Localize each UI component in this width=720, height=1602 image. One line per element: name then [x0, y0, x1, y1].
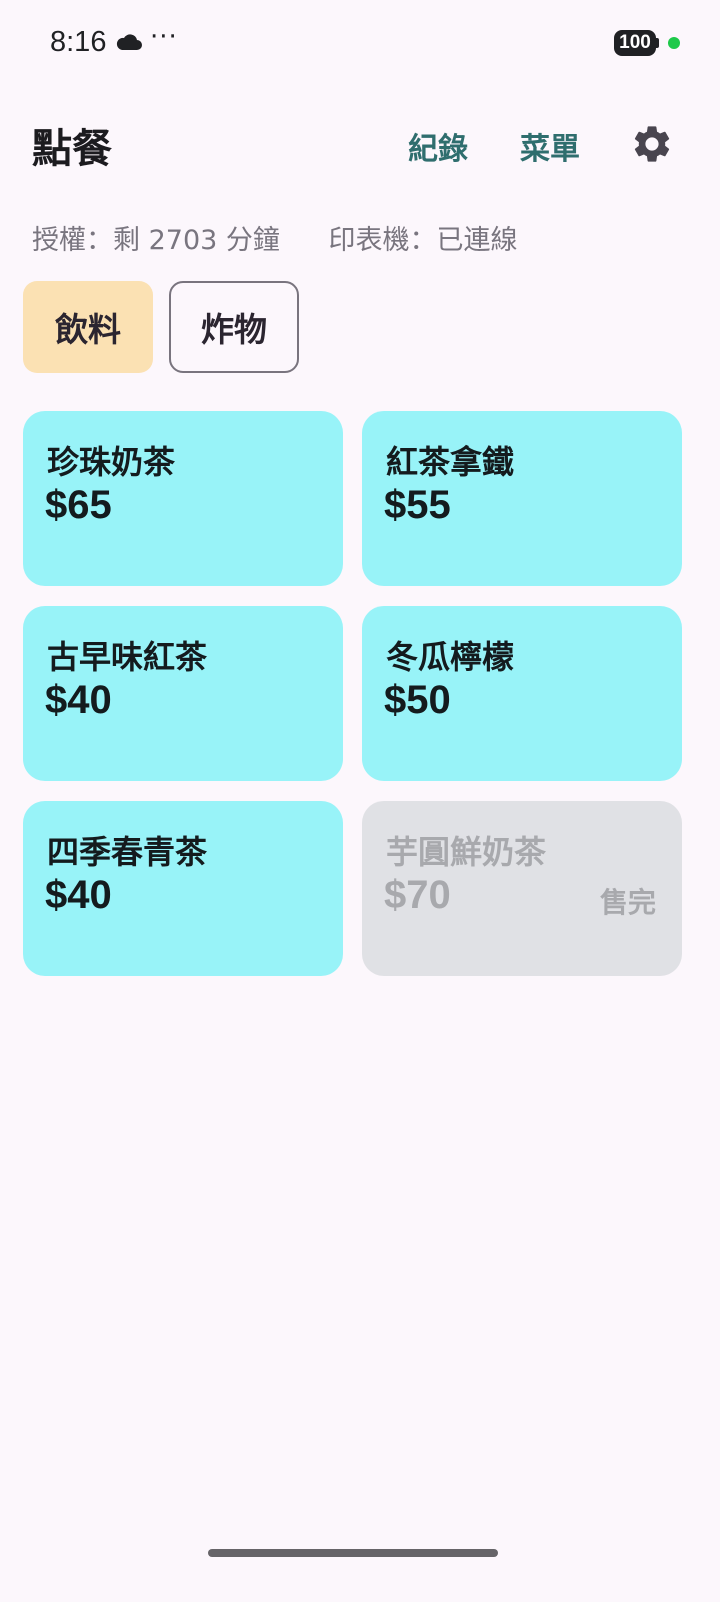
category-tabs: 飲料 炸物: [23, 281, 299, 373]
item-price: $70: [384, 873, 451, 917]
item-price: $40: [45, 678, 112, 722]
status-bar: 8:16 ··· 100: [0, 0, 720, 88]
menu-item-card[interactable]: 紅茶拿鐵 $55: [362, 411, 682, 586]
item-name: 珍珠奶茶: [47, 443, 176, 481]
top-app-bar: 點餐 紀錄 菜單: [0, 112, 720, 176]
more-dots-icon: ···: [150, 22, 178, 52]
home-indicator[interactable]: [208, 1549, 498, 1557]
menu-item-card[interactable]: 冬瓜檸檬 $50: [362, 606, 682, 781]
sold-out-badge: 售完: [599, 886, 656, 919]
item-price: $65: [45, 483, 112, 527]
item-name: 芋圓鮮奶茶: [386, 833, 547, 871]
license-remaining-text: 授權：剩 2703 分鐘: [32, 225, 280, 256]
item-price: $50: [384, 678, 451, 722]
gear-icon[interactable]: [630, 122, 674, 166]
item-name: 古早味紅茶: [47, 638, 208, 676]
item-price: $40: [45, 873, 112, 917]
menu-item-card[interactable]: 珍珠奶茶 $65: [23, 411, 343, 586]
tab-drinks[interactable]: 飲料: [23, 281, 153, 373]
item-name: 四季春青茶: [47, 833, 208, 871]
records-button[interactable]: 紀錄: [408, 124, 468, 168]
battery-tip: [656, 38, 659, 48]
item-name: 冬瓜檸檬: [386, 638, 515, 676]
privacy-indicator-dot: [668, 37, 680, 49]
item-price: $55: [384, 483, 451, 527]
menu-item-grid: 珍珠奶茶 $65 紅茶拿鐵 $55 古早味紅茶 $40 冬瓜檸檬 $50 四季春…: [23, 411, 682, 976]
status-time: 8:16: [50, 26, 107, 58]
battery-icon: 100: [614, 30, 656, 56]
menu-item-card[interactable]: 古早味紅茶 $40: [23, 606, 343, 781]
printer-status-text: 印表機：已連線: [328, 225, 518, 256]
item-name: 紅茶拿鐵: [386, 443, 515, 481]
menu-item-card-sold-out: 芋圓鮮奶茶 $70 售完: [362, 801, 682, 976]
menu-button[interactable]: 菜單: [520, 124, 580, 168]
menu-item-card[interactable]: 四季春青茶 $40: [23, 801, 343, 976]
status-info-line: 授權：剩 2703 分鐘 印表機：已連線: [32, 218, 557, 257]
page-title: 點餐: [32, 126, 112, 172]
tab-fried-food[interactable]: 炸物: [169, 281, 299, 373]
cloud-icon: [116, 34, 142, 50]
